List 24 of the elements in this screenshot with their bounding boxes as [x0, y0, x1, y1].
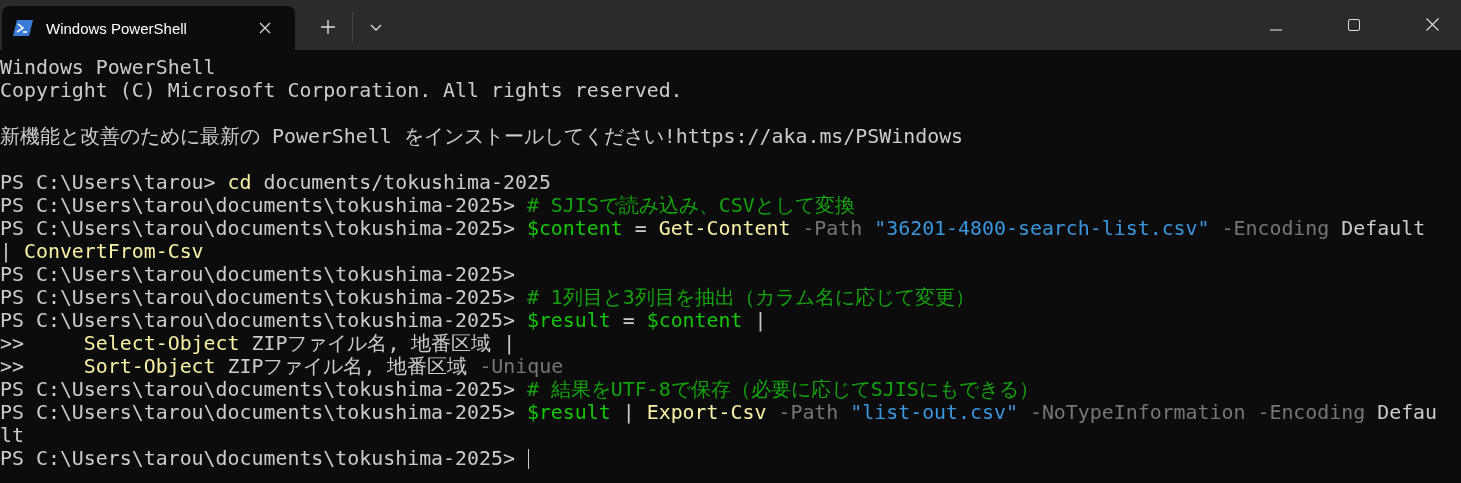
terminal-line: PS C:\Users\tarou\documents\tokushima-2025>	[0, 447, 516, 470]
terminal-line: PS C:\Users\tarou\documents\tokushima-2025> # 1列目と3列目を抽出（カラム名に応じて変更）	[0, 286, 975, 309]
terminal-line: PS C:\Users\tarou> cd documents/tokushima-2025	[0, 171, 551, 194]
terminal-line: PS C:\Users\tarou\documents\tokushima-2025> $result | Export-Csv -Path "list-out.csv" -NoTypeInformation -Encoding Defau	[0, 401, 1438, 424]
terminal-line: Windows PowerShell	[0, 56, 216, 79]
new-tab-icon[interactable]	[321, 20, 335, 34]
terminal-line: Copyright (C) Microsoft Corporation. All rights reserved.	[0, 79, 683, 102]
terminal-line: PS C:\Users\tarou\documents\tokushima-2025> # 結果をUTF-8で保存（必要に応じてSJISにもできる）	[0, 378, 1039, 401]
terminal-line: PS C:\Users\tarou\documents\tokushima-2025> # SJISで読み込み、CSVとして変換	[0, 194, 855, 217]
terminal-line: lt	[0, 424, 24, 447]
close-icon[interactable]	[259, 22, 271, 34]
maximize-icon[interactable]	[1348, 19, 1360, 31]
chevron-down-icon[interactable]	[370, 24, 382, 31]
terminal-line: PS C:\Users\tarou\documents\tokushima-2025> $result = $content |	[0, 309, 767, 332]
terminal-line: PS C:\Users\tarou\documents\tokushima-2025>	[0, 263, 515, 286]
terminal-tab[interactable]: Windows PowerShell	[2, 6, 295, 50]
terminal-line: | ConvertFrom-Csv	[0, 240, 204, 263]
tab-title: Windows PowerShell	[46, 19, 188, 37]
powershell-icon	[13, 20, 33, 36]
terminal-line: >> Sort-Object ZIPファイル名, 地番区域 -Unique	[0, 355, 564, 378]
close-icon[interactable]	[1426, 18, 1439, 31]
terminal-line: PS C:\Users\tarou\documents\tokushima-2025> $content = Get-Content -Path "36201-4800-search-list.csv" -Encoding Default	[0, 217, 1426, 240]
terminal-line: 新機能と改善のために最新の PowerShell をインストールしてください!https://aka.ms/PSWindows	[0, 125, 964, 148]
terminal-line: >> Select-Object ZIPファイル名, 地番区域 |	[0, 332, 516, 355]
